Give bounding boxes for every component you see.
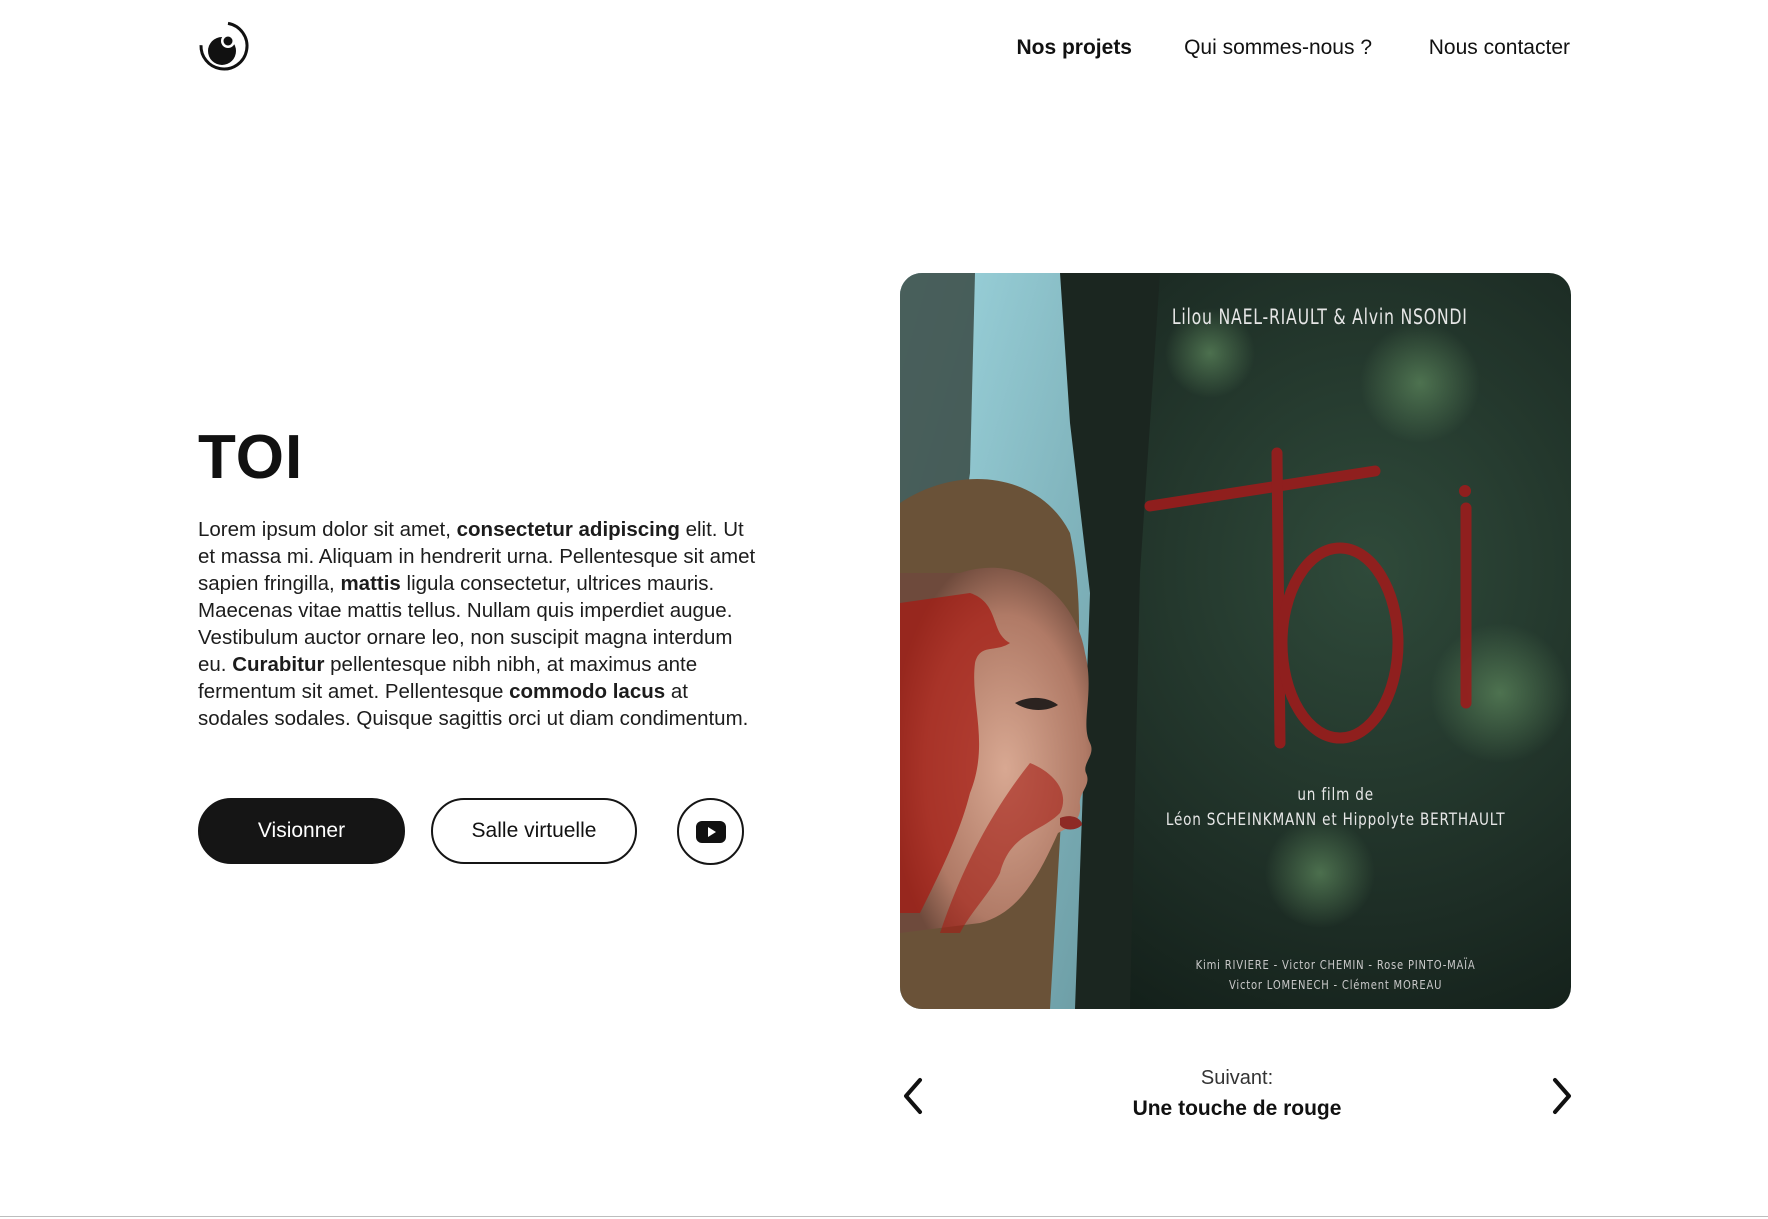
description-bold: Curabitur <box>232 653 325 676</box>
description-bold: mattis <box>340 572 401 595</box>
poster-byline: un film de Léon SCHEINKMANN et Hippolyte… <box>987 783 1524 833</box>
nav-contact-link[interactable]: Nous contacter <box>1429 36 1570 60</box>
poster-title-art <box>1144 447 1472 749</box>
poster-byline-line: Léon SCHEINKMANN et Hippolyte BERTHAULT <box>1165 810 1506 830</box>
film-poster: Lilou NAEL-RIAULT & Alvin NSONDI un film… <box>900 273 1571 1009</box>
poster-credits-line: Victor LOMENECH - Clément MOREAU <box>1228 977 1443 992</box>
logo-icon[interactable] <box>198 20 250 74</box>
youtube-button[interactable] <box>677 798 744 865</box>
page-divider <box>0 1216 1768 1217</box>
poster-credits-line: Kimi RIVIERE - Victor CHEMIN - Rose PINT… <box>1195 957 1476 972</box>
project-title: TOI <box>198 423 304 492</box>
next-label: Suivant: <box>1200 1067 1274 1089</box>
chevron-right-icon[interactable] <box>1545 1076 1577 1116</box>
chevron-left-icon[interactable] <box>898 1076 930 1116</box>
description-text: Lorem ipsum dolor sit amet, <box>198 518 457 541</box>
project-description: Lorem ipsum dolor sit amet, consectetur … <box>198 516 763 732</box>
nav-projects-link[interactable]: Nos projets <box>1016 36 1132 60</box>
description-bold: consectetur adipiscing <box>456 518 680 541</box>
virtual-room-button[interactable]: Salle virtuelle <box>431 798 637 864</box>
description-bold: commodo lacus <box>509 680 666 703</box>
poster-credits: Kimi RIVIERE - Victor CHEMIN - Rose PINT… <box>987 955 1524 995</box>
nav-about-link[interactable]: Qui sommes-nous ? <box>1184 36 1372 60</box>
poster-byline-line: un film de <box>1297 785 1374 805</box>
watch-button[interactable]: Visionner <box>198 798 405 864</box>
next-project-link[interactable]: Une touche de rouge <box>1000 1097 1474 1121</box>
youtube-icon <box>695 820 726 843</box>
